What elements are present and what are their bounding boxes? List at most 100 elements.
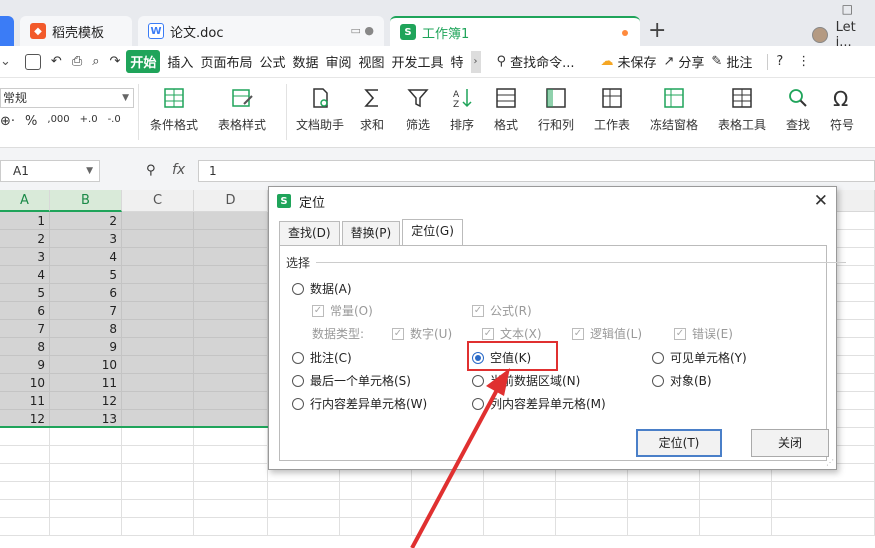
- grid-cell[interactable]: [122, 392, 194, 410]
- grid-cell[interactable]: 4: [50, 248, 122, 266]
- radio-comments[interactable]: 批注(C): [292, 349, 352, 366]
- grid-cell[interactable]: [50, 518, 122, 536]
- grid-cell[interactable]: 10: [0, 374, 50, 392]
- menu-formulas[interactable]: 公式: [259, 52, 285, 71]
- tab-replace[interactable]: 替换(P): [341, 221, 401, 245]
- grid-cell[interactable]: 4: [0, 266, 50, 284]
- grid-cell[interactable]: [122, 518, 194, 536]
- save-icon[interactable]: [24, 53, 41, 70]
- grid-cell[interactable]: 6: [50, 284, 122, 302]
- window-restore-icon[interactable]: □: [842, 2, 853, 16]
- table-tools-button[interactable]: 表格工具: [718, 86, 766, 133]
- grid-cell[interactable]: [194, 356, 268, 374]
- increase-decimal-icon[interactable]: +.0: [80, 114, 98, 129]
- grid-cell[interactable]: [122, 482, 194, 500]
- grid-cell[interactable]: [194, 446, 268, 464]
- print-preview-icon[interactable]: ⌕: [92, 54, 99, 69]
- symbol-button[interactable]: Ω 符号: [830, 86, 854, 133]
- menu-chevron-icon[interactable]: ⌄: [0, 54, 11, 69]
- share-button[interactable]: 分享: [678, 52, 704, 71]
- grid-cell[interactable]: [194, 320, 268, 338]
- grid-cell[interactable]: [412, 482, 484, 500]
- checkbox-error[interactable]: ✓ 错误(E): [674, 325, 733, 342]
- grid-cell[interactable]: 11: [50, 374, 122, 392]
- currency-icon[interactable]: ⊕·: [0, 114, 15, 129]
- radio-column-differences[interactable]: 列内容差异单元格(M): [472, 395, 606, 412]
- grid-cell[interactable]: [194, 428, 268, 446]
- grid-cell[interactable]: [194, 374, 268, 392]
- grid-cell[interactable]: [628, 500, 700, 518]
- grid-cell[interactable]: [484, 518, 556, 536]
- grid-cell[interactable]: [700, 500, 772, 518]
- grid-cell[interactable]: 7: [50, 302, 122, 320]
- grid-cell[interactable]: [412, 518, 484, 536]
- percent-icon[interactable]: %: [25, 114, 37, 129]
- grid-cell[interactable]: [484, 482, 556, 500]
- grid-cell[interactable]: [700, 482, 772, 500]
- grid-cell[interactable]: [194, 230, 268, 248]
- tab-thesis-doc[interactable]: W 论文.doc ▭ ●: [138, 16, 384, 46]
- column-header-b[interactable]: B: [50, 190, 122, 212]
- unsaved-status[interactable]: 未保存: [617, 52, 656, 71]
- menu-home[interactable]: 开始: [126, 50, 161, 73]
- radio-last-cell[interactable]: 最后一个单元格(S): [292, 372, 411, 389]
- checkbox-constant[interactable]: ✓ 常量(O): [312, 302, 373, 319]
- number-format-select[interactable]: 常规 ▼: [0, 88, 134, 108]
- grid-cell[interactable]: 8: [0, 338, 50, 356]
- menu-review[interactable]: 审阅: [325, 52, 351, 71]
- tab-goto[interactable]: 定位(G): [402, 219, 463, 245]
- grid-cell[interactable]: [122, 320, 194, 338]
- grid-cell[interactable]: [0, 446, 50, 464]
- grid-cell[interactable]: [700, 518, 772, 536]
- checkbox-text[interactable]: ✓ 文本(X): [482, 325, 542, 342]
- grid-cell[interactable]: [50, 428, 122, 446]
- grid-cell[interactable]: [194, 500, 268, 518]
- radio-data[interactable]: 数据(A): [292, 280, 352, 297]
- grid-cell[interactable]: 2: [50, 212, 122, 230]
- grid-cell[interactable]: [122, 230, 194, 248]
- undo-icon[interactable]: ↶: [51, 54, 62, 69]
- grid-cell[interactable]: [122, 302, 194, 320]
- grid-cell[interactable]: 3: [0, 248, 50, 266]
- grid-cell[interactable]: [340, 518, 412, 536]
- menu-view[interactable]: 视图: [359, 52, 385, 71]
- goto-button[interactable]: 定位(T): [636, 429, 722, 457]
- menu-developer[interactable]: 开发工具: [392, 52, 444, 71]
- grid-cell[interactable]: [122, 446, 194, 464]
- grid-cell[interactable]: 7: [0, 320, 50, 338]
- doc-assistant-button[interactable]: 文档助手: [296, 86, 344, 133]
- comment-button[interactable]: 批注: [726, 52, 752, 71]
- grid-cell[interactable]: [0, 500, 50, 518]
- formula-input[interactable]: 1: [198, 160, 875, 182]
- tab-workbook[interactable]: S 工作簿1: [390, 16, 640, 46]
- grid-cell[interactable]: 1: [0, 212, 50, 230]
- grid-cell[interactable]: [122, 266, 194, 284]
- sum-button[interactable]: 求和: [360, 86, 384, 133]
- checkbox-logical[interactable]: ✓ 逻辑值(L): [572, 325, 642, 342]
- grid-cell[interactable]: [194, 482, 268, 500]
- grid-cell[interactable]: [194, 518, 268, 536]
- grid-cell[interactable]: [412, 500, 484, 518]
- grid-cell[interactable]: 9: [0, 356, 50, 374]
- grid-cell[interactable]: [268, 518, 340, 536]
- menu-page-layout[interactable]: 页面布局: [200, 52, 252, 71]
- grid-cell[interactable]: [194, 284, 268, 302]
- filter-button[interactable]: 筛选: [406, 86, 430, 133]
- close-button[interactable]: 关闭: [751, 429, 829, 457]
- grid-cell[interactable]: [122, 410, 194, 428]
- grid-cell[interactable]: 10: [50, 356, 122, 374]
- grid-cell[interactable]: [194, 302, 268, 320]
- fx-icon[interactable]: fx: [172, 162, 185, 178]
- grid-cell[interactable]: 2: [0, 230, 50, 248]
- grid-cell[interactable]: [122, 500, 194, 518]
- name-box[interactable]: A1 ▼: [0, 160, 100, 182]
- column-header-c[interactable]: C: [122, 190, 194, 212]
- grid-cell[interactable]: [556, 500, 628, 518]
- close-icon[interactable]: ✕: [814, 191, 828, 211]
- radio-row-differences[interactable]: 行内容差异单元格(W): [292, 395, 427, 412]
- grid-cell[interactable]: [50, 446, 122, 464]
- grid-cell[interactable]: 5: [50, 266, 122, 284]
- grid-cell[interactable]: [556, 518, 628, 536]
- conditional-format-button[interactable]: 条件格式: [150, 86, 198, 133]
- grid-cell[interactable]: [194, 392, 268, 410]
